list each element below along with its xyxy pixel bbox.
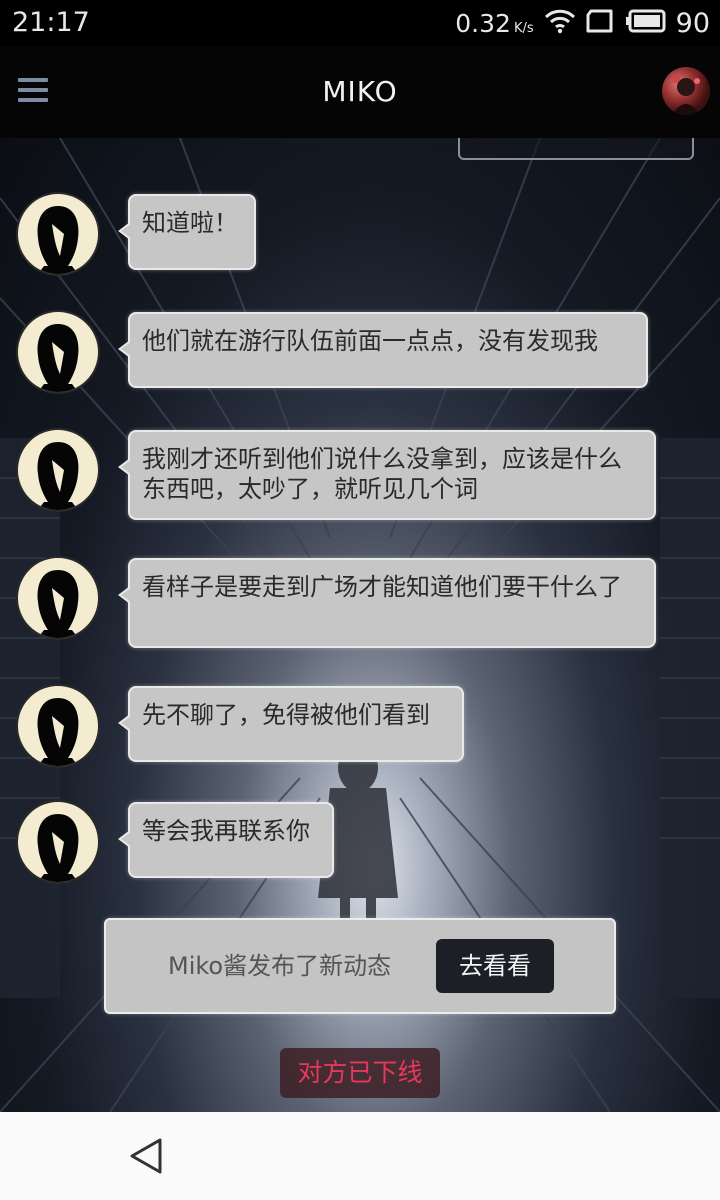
- status-bar: 21:17 0.32 K/s 90: [0, 0, 720, 46]
- message-bubble[interactable]: 先不聊了，免得被他们看到: [118, 686, 464, 762]
- status-time: 21:17: [12, 7, 90, 38]
- sender-avatar[interactable]: [16, 310, 100, 394]
- message-row: 知道啦！: [16, 192, 256, 276]
- chat-header: MIKO: [0, 46, 720, 138]
- system-nav-bar: [0, 1112, 720, 1200]
- message-row: 先不聊了，免得被他们看到: [16, 684, 464, 768]
- chat-area[interactable]: 知道啦！ 他们就在游行队伍前面一点点，没有发现我 我刚才还听到他们说什么没拿到，…: [0, 138, 720, 1112]
- message-row: 我刚才还听到他们说什么没拿到，应该是什么东西吧，太吵了，就听见几个词: [16, 428, 656, 520]
- notice-text: Miko酱发布了新动态: [168, 952, 392, 980]
- network-speed-value: 0.32: [455, 8, 511, 38]
- sender-avatar[interactable]: [16, 192, 100, 276]
- wifi-icon: [544, 8, 576, 38]
- offline-status-badge: 对方已下线: [280, 1048, 440, 1098]
- message-row: 等会我再联系你: [16, 800, 334, 884]
- sender-avatar[interactable]: [16, 800, 100, 884]
- message-row: 他们就在游行队伍前面一点点，没有发现我: [16, 310, 648, 394]
- sender-avatar[interactable]: [16, 684, 100, 768]
- back-triangle-icon[interactable]: [126, 1134, 170, 1178]
- message-bubble[interactable]: 我刚才还听到他们说什么没拿到，应该是什么东西吧，太吵了，就听见几个词: [118, 430, 656, 520]
- sender-avatar[interactable]: [16, 428, 100, 512]
- network-speed: 0.32 K/s: [455, 9, 533, 38]
- message-bubble[interactable]: 等会我再联系你: [118, 802, 334, 878]
- battery-level: 90: [675, 7, 710, 39]
- message-bubble[interactable]: 知道啦！: [118, 194, 256, 270]
- sender-avatar[interactable]: [16, 556, 100, 640]
- sim-icon: [586, 8, 616, 38]
- message-row: 看样子是要走到广场才能知道他们要干什么了: [16, 556, 656, 648]
- battery-icon: [625, 9, 666, 37]
- view-post-button[interactable]: 去看看: [436, 939, 554, 993]
- status-indicators: 0.32 K/s 90: [455, 6, 710, 40]
- new-post-notice: Miko酱发布了新动态 去看看: [104, 918, 616, 1014]
- chat-screen: 21:17 0.32 K/s 90 MIKO 知道啦！ 他们就在游行队伍前面一点…: [0, 0, 720, 1200]
- message-bubble[interactable]: 看样子是要走到广场才能知道他们要干什么了: [118, 558, 656, 648]
- chat-title: MIKO: [322, 75, 398, 108]
- contact-avatar[interactable]: [662, 67, 710, 115]
- previous-message-bubble: [458, 138, 694, 160]
- message-bubble[interactable]: 他们就在游行队伍前面一点点，没有发现我: [118, 312, 648, 388]
- network-speed-unit: K/s: [513, 20, 534, 36]
